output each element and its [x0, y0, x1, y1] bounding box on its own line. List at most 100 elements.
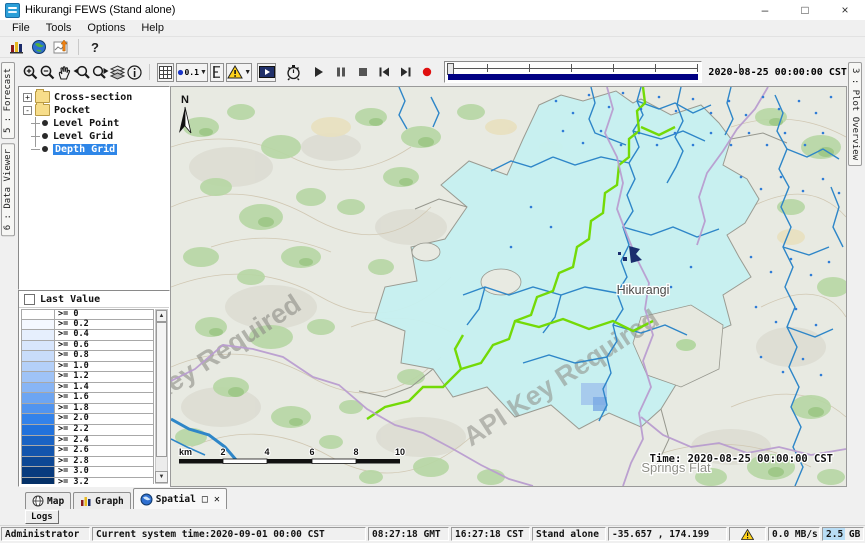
globe-display-icon[interactable] [28, 38, 50, 56]
legend-swatch [21, 330, 55, 341]
status-gmt-time: 08:27:18 GMT [368, 527, 449, 541]
tree-item-label[interactable]: Level Point [53, 118, 119, 129]
globe-wire-icon [32, 495, 44, 507]
minimize-button[interactable]: – [745, 0, 785, 20]
menu-tools[interactable]: Tools [38, 22, 80, 34]
legend-scrollbar[interactable]: ▲ ▼ [155, 309, 168, 484]
menu-help[interactable]: Help [133, 22, 172, 34]
tab-spatial[interactable]: Spatial □ ✕ [133, 488, 227, 509]
tab-data-viewer[interactable]: 6 : Data Viewer [1, 143, 15, 236]
svg-text:6: 6 [309, 447, 314, 457]
grid-toggle-button[interactable] [157, 63, 174, 82]
tab-forecast[interactable]: 5 : Forecast [1, 62, 15, 139]
logs-button[interactable]: Logs [25, 510, 59, 524]
help-button[interactable]: ? [85, 40, 105, 55]
close-button[interactable]: × [825, 0, 865, 20]
legend-label: >= 2.2 [55, 425, 154, 436]
layer-bullet-icon [42, 146, 48, 152]
left-tab-strip: 5 : Forecast 6 : Data Viewer [0, 58, 18, 487]
status-system-time: Current system time:2020-09-01 00:00 CST [92, 527, 366, 541]
zoom-out-icon[interactable] [39, 62, 56, 83]
spatial-display-icon[interactable] [50, 38, 72, 56]
tab-label: Map [47, 496, 64, 507]
title-bar: Hikurangi FEWS (Stand alone) – □ × [0, 0, 865, 21]
layer-bullet-icon [42, 133, 48, 139]
scale-bar-button[interactable] [210, 63, 224, 82]
legend-row: >= 3.2 [21, 478, 154, 484]
step-back-button[interactable] [376, 62, 393, 83]
explorer-icon[interactable] [6, 38, 28, 56]
stopwatch-icon[interactable] [285, 62, 302, 83]
scroll-down-icon[interactable]: ▼ [155, 471, 168, 483]
menu-options[interactable]: Options [79, 22, 133, 34]
tree-item-label[interactable]: Level Grid [53, 131, 113, 142]
status-mode: Stand alone [532, 527, 606, 541]
legend-swatch [21, 341, 55, 352]
expand-icon[interactable]: + [23, 93, 32, 102]
map-viewport[interactable]: API Key Required API Key Required [170, 86, 847, 487]
tab-restore-icon[interactable]: □ [202, 494, 208, 505]
pan-hand-icon[interactable] [56, 62, 73, 83]
tab-close-icon[interactable]: ✕ [214, 494, 220, 505]
tab-plot-overview[interactable]: 3 : Plot Overview [848, 62, 862, 166]
scroll-up-icon[interactable]: ▲ [156, 310, 167, 322]
tree-item-label[interactable]: Pocket [54, 105, 90, 116]
collapse-icon[interactable]: - [23, 106, 32, 115]
legend-label: >= 0 [55, 309, 154, 320]
globe-blue-icon [140, 493, 153, 506]
tree-item-label-selected[interactable]: Depth Grid [53, 144, 117, 155]
main-toolbar: ? [0, 37, 865, 58]
animation-button[interactable] [257, 63, 276, 82]
right-tab-strip: 3 : Plot Overview [847, 58, 865, 487]
scrollbar-thumb[interactable] [156, 322, 167, 457]
zoom-in-icon[interactable] [22, 62, 39, 83]
legend-swatch [21, 372, 55, 383]
legend-panel: Last Value >= 0 >= 0.2 >= 0.4 >= 0.6 >= … [18, 290, 170, 487]
legend-swatch [21, 351, 55, 362]
tree-item-label[interactable]: Cross-section [54, 92, 132, 103]
last-value-checkbox[interactable] [24, 294, 35, 305]
status-user: Administrator [1, 527, 90, 541]
status-bar: Administrator Current system time:2020-0… [0, 525, 865, 543]
tree-item-level-grid[interactable]: Level Grid [19, 130, 169, 142]
status-transfer-rate: 0.0 MB/s [768, 527, 820, 541]
legend-swatch [21, 362, 55, 373]
threshold-value: 0.1 [184, 68, 198, 77]
info-icon[interactable] [126, 62, 143, 83]
record-button[interactable] [419, 62, 436, 83]
menu-file[interactable]: File [4, 22, 38, 34]
time-slider[interactable] [444, 61, 703, 83]
warning-dropdown[interactable]: ▼ [226, 63, 252, 82]
legend-swatch [21, 414, 55, 425]
zoom-next-icon[interactable] [91, 62, 109, 83]
tree-item-depth-grid[interactable]: Depth Grid [19, 143, 169, 155]
legend-swatch [21, 404, 55, 415]
status-warning-cell[interactable] [729, 527, 766, 541]
pause-button[interactable] [333, 62, 350, 83]
app-logo-icon [5, 3, 20, 18]
legend-list: >= 0 >= 0.2 >= 0.4 >= 0.6 >= 0.8 >= 1.0 … [21, 309, 154, 484]
zoom-previous-icon[interactable] [73, 62, 91, 83]
status-memory: 2.5 GB [822, 527, 864, 541]
tab-label: Graph [95, 496, 124, 507]
stop-button[interactable] [355, 62, 372, 83]
tab-map[interactable]: Map [25, 492, 71, 509]
threshold-dropdown[interactable]: 0.1 ▼ [176, 63, 207, 82]
svg-text:N: N [181, 94, 189, 106]
window-title: Hikurangi FEWS (Stand alone) [25, 4, 175, 16]
tab-graph[interactable]: Graph [73, 492, 131, 509]
layers-icon[interactable] [109, 62, 126, 83]
tab-label: Spatial [156, 494, 196, 505]
legend-swatch [21, 478, 55, 484]
play-button[interactable] [311, 62, 328, 83]
folder-icon [35, 104, 50, 116]
maximize-button[interactable]: □ [785, 0, 825, 20]
chevron-down-icon: ▼ [200, 69, 207, 76]
tree-item-level-point[interactable]: Level Point [19, 117, 169, 129]
legend-swatch [21, 383, 55, 394]
legend-swatch [21, 467, 55, 478]
tree-item-pocket[interactable]: - Pocket [19, 104, 169, 116]
legend-row: >= 0 [21, 309, 154, 320]
legend-row: >= 2.2 [21, 425, 154, 436]
step-forward-button[interactable] [397, 62, 414, 83]
